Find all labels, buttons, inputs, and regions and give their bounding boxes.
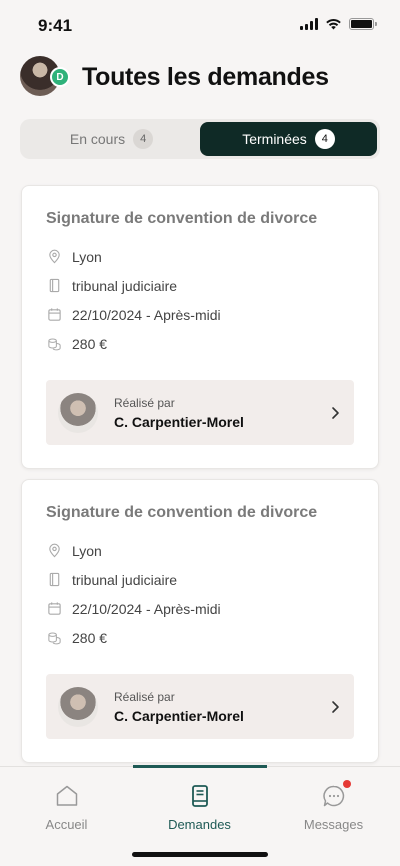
tab-label: Accueil [45, 817, 88, 832]
chevron-right-icon [332, 700, 339, 713]
coins-icon [46, 630, 62, 646]
status-icons [300, 18, 377, 30]
page-title: Toutes les demandes [82, 62, 329, 91]
info-row-city: Lyon [46, 242, 354, 271]
filter-tab-label: En cours [69, 131, 126, 147]
card-city: Lyon [72, 248, 102, 265]
info-row-price: 280 € [46, 329, 354, 358]
filter-tab-en-cours[interactable]: En cours 4 [23, 122, 200, 156]
info-row-price: 280 € [46, 623, 354, 652]
status-time: 9:41 [38, 16, 73, 35]
realise-label: Réalisé par [114, 395, 175, 410]
tab-label: Demandes [168, 817, 231, 832]
realise-label: Réalisé par [114, 689, 175, 704]
document-icon [46, 278, 62, 294]
filter-tab-count: 4 [133, 129, 154, 149]
avatar-badge: D [50, 67, 70, 87]
info-row-date: 22/10/2024 - Après-midi [46, 594, 354, 623]
coins-icon [46, 336, 62, 352]
tab-accueil[interactable]: Accueil [0, 783, 133, 832]
filter-tab-count: 4 [314, 129, 335, 149]
calendar-icon [46, 307, 62, 323]
request-card[interactable]: Signature de convention de divorce Lyon … [21, 185, 379, 469]
realise-name: C. Carpentier-Morel [114, 413, 244, 430]
document-icon [46, 572, 62, 588]
location-pin-icon [46, 543, 62, 559]
tab-label: Messages [303, 817, 364, 832]
calendar-icon [46, 601, 62, 617]
lawyer-avatar [58, 392, 98, 433]
notification-dot [342, 780, 351, 788]
bottom-tab-bar: Accueil Demandes Messages [0, 765, 400, 866]
card-date: 22/10/2024 - Après-midi [72, 600, 221, 617]
book-icon [187, 783, 213, 809]
tab-messages[interactable]: Messages [267, 780, 400, 832]
card-price: 280 € [72, 629, 108, 646]
active-tab-indicator [133, 765, 267, 768]
tab-demandes[interactable]: Demandes [133, 783, 266, 832]
home-indicator [132, 852, 268, 857]
card-price: 280 € [72, 335, 108, 352]
card-court: tribunal judiciaire [72, 571, 178, 588]
realise-name: C. Carpentier-Morel [114, 707, 244, 724]
signal-icon [300, 18, 318, 30]
status-bar: 9:41 [0, 0, 400, 50]
info-row-date: 22/10/2024 - Après-midi [46, 300, 354, 329]
card-date: 22/10/2024 - Après-midi [72, 306, 221, 323]
filter-tab-label: Terminées [242, 131, 307, 147]
filter-tab-terminees[interactable]: Terminées 4 [200, 122, 377, 156]
info-row-city: Lyon [46, 536, 354, 565]
wifi-icon [326, 18, 341, 30]
info-row-court: tribunal judiciaire [46, 271, 354, 300]
profile-avatar-wrap[interactable]: D [20, 56, 70, 98]
card-city: Lyon [72, 542, 102, 559]
card-court: tribunal judiciaire [72, 277, 178, 294]
realise-par-row[interactable]: Réalisé par C. Carpentier-Morel [46, 674, 354, 739]
request-card[interactable]: Signature de convention de divorce Lyon … [21, 479, 379, 763]
chat-icon [321, 780, 351, 809]
card-title: Signature de convention de divorce [46, 504, 318, 521]
card-title: Signature de convention de divorce [46, 210, 318, 227]
location-pin-icon [46, 249, 62, 265]
info-row-court: tribunal judiciaire [46, 565, 354, 594]
realise-par-row[interactable]: Réalisé par C. Carpentier-Morel [46, 380, 354, 445]
status-filter-segmented: En cours 4 Terminées 4 [20, 119, 380, 159]
page-header: D Toutes les demandes [20, 56, 329, 98]
battery-icon [349, 18, 377, 30]
chevron-right-icon [332, 406, 339, 419]
home-icon [54, 783, 80, 809]
lawyer-avatar [58, 686, 98, 727]
